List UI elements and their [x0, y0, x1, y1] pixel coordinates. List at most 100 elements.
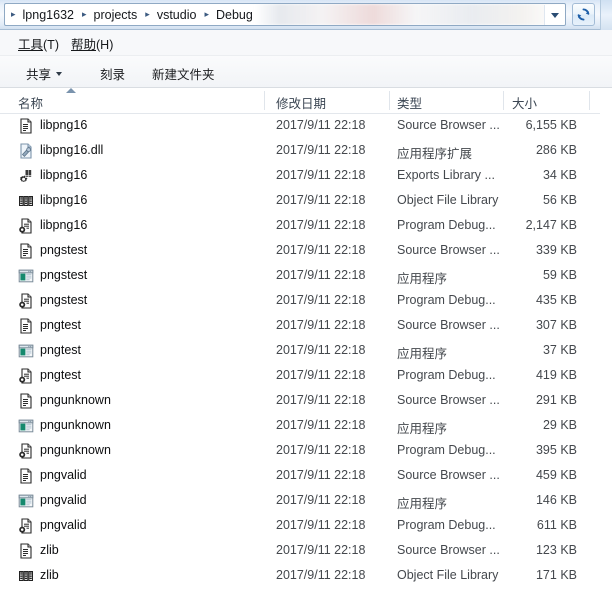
file-list[interactable]: libpng16 2017/9/11 22:18 Source Browser ..… [0, 114, 612, 582]
exports-library-icon [18, 168, 34, 184]
file-type-cell: Program Debug... [397, 368, 496, 382]
breadcrumb-item-0[interactable]: lpng1632 [21, 8, 76, 22]
file-date-cell: 2017/9/11 22:18 [276, 193, 366, 207]
file-date-cell: 2017/9/11 22:18 [276, 343, 366, 357]
file-name-cell: pngtest [40, 343, 82, 357]
burn-button-label: 刻录 [100, 67, 126, 82]
file-row[interactable]: libpng16 2017/9/11 22:18 Source Browser ..… [0, 114, 612, 139]
file-name-cell: libpng16.dll [40, 143, 104, 157]
file-row[interactable]: pngstest 2017/9/11 22:18 应用程序 59 KB [0, 264, 612, 289]
file-row[interactable]: zlib 2017/9/11 22:18 Object File Library 17… [0, 564, 612, 589]
file-type-cell: 应用程序 [397, 422, 448, 436]
column-divider[interactable] [389, 91, 390, 110]
file-row[interactable]: pngtest 2017/9/11 22:18 Program Debug... 41… [0, 364, 612, 389]
breadcrumb-item-1[interactable]: projects [92, 8, 140, 22]
file-date-cell: 2017/9/11 22:18 [276, 393, 366, 407]
file-row[interactable]: pngtest 2017/9/11 22:18 应用程序 37 KB [0, 339, 612, 364]
application-exe-icon [18, 343, 34, 359]
breadcrumb-item-2[interactable]: vstudio [155, 8, 199, 22]
file-date-cell: 2017/9/11 22:18 [276, 493, 366, 507]
file-type-cell: Source Browser ... [397, 543, 500, 557]
file-name-cell: pngtest [40, 318, 82, 332]
column-divider[interactable] [264, 91, 265, 110]
file-date-cell: 2017/9/11 22:18 [276, 443, 366, 457]
menu-item-help[interactable]: 帮助(H) [71, 34, 113, 52]
file-date-cell: 2017/9/11 22:18 [276, 243, 366, 257]
file-row[interactable]: zlib 2017/9/11 22:18 Source Browser ... 123… [0, 539, 612, 564]
file-date-cell: 2017/9/11 22:18 [276, 268, 366, 282]
file-size-cell: 395 KB [535, 443, 577, 457]
file-name-cell: libpng16 [40, 118, 88, 132]
chevron-right-icon: ▸ [204, 9, 209, 19]
file-size-cell: 56 KB [542, 193, 577, 207]
share-button[interactable]: 共享 [26, 63, 63, 83]
breadcrumb[interactable]: ▸ lpng1632 ▸ projects ▸ vstudio ▸ Debug [4, 3, 566, 26]
menu-item-tools[interactable]: 工具(T) [18, 34, 59, 52]
file-size-cell: 171 KB [535, 568, 577, 582]
pdb-file-icon [18, 293, 34, 309]
sort-ascending-icon [66, 88, 76, 93]
file-size-cell: 611 KB [536, 518, 577, 532]
file-size-cell: 339 KB [535, 243, 577, 257]
file-type-cell: Object File Library [397, 193, 499, 207]
file-size-cell: 146 KB [535, 493, 577, 507]
file-date-cell: 2017/9/11 22:18 [276, 418, 366, 432]
file-type-cell: Source Browser ... [397, 243, 500, 257]
file-row[interactable]: libpng16 2017/9/11 22:18 Exports Library .… [0, 164, 612, 189]
file-row[interactable]: pngunknown 2017/9/11 22:18 应用程序 29 KB [0, 414, 612, 439]
file-row[interactable]: pngstest 2017/9/11 22:18 Source Browser ..… [0, 239, 612, 264]
chevron-down-icon[interactable] [544, 5, 564, 25]
document-file-icon [18, 393, 34, 409]
file-size-cell: 2,147 KB [525, 218, 577, 232]
file-size-cell: 435 KB [535, 293, 577, 307]
column-divider[interactable] [589, 91, 590, 110]
column-header-name[interactable]: 名称 [18, 93, 43, 111]
document-file-icon [18, 543, 34, 559]
refresh-icon[interactable] [572, 3, 595, 26]
file-row[interactable]: libpng16 2017/9/11 22:18 Object File Libra… [0, 189, 612, 214]
column-header-date[interactable]: 修改日期 [276, 93, 326, 111]
address-bar: ▸ lpng1632 ▸ projects ▸ vstudio ▸ Debug [0, 0, 612, 30]
file-row[interactable]: pngtest 2017/9/11 22:18 Source Browser ...… [0, 314, 612, 339]
chevron-right-icon: ▸ [81, 9, 87, 19]
file-type-cell: 应用程序扩展 [397, 147, 473, 161]
chevron-right-icon: ▸ [11, 9, 16, 19]
list-right-gutter [600, 88, 612, 518]
file-row[interactable]: libpng16.dll 2017/9/11 22:18 应用程序扩展 286 KB [0, 139, 612, 164]
file-date-cell: 2017/9/11 22:18 [276, 318, 366, 332]
pdb-file-icon [18, 443, 34, 459]
file-type-cell: Program Debug... [397, 293, 496, 307]
file-row[interactable]: pngvalid 2017/9/11 22:18 应用程序 146 KB [0, 489, 612, 514]
file-size-cell: 419 KB [535, 368, 577, 382]
column-divider[interactable] [503, 91, 504, 110]
document-file-icon [18, 318, 34, 334]
menu-bar: 工具(T) 帮助(H) [0, 30, 612, 56]
chevron-down-icon [56, 72, 63, 76]
file-name-cell: zlib [40, 543, 59, 557]
file-type-cell: 应用程序 [397, 272, 448, 286]
pdb-file-icon [18, 518, 34, 534]
burn-button[interactable]: 刻录 [100, 63, 125, 83]
breadcrumb-item-3[interactable]: Debug [214, 8, 255, 22]
file-size-cell: 37 KB [542, 343, 577, 357]
file-row[interactable]: pngstest 2017/9/11 22:18 Program Debug... 4… [0, 289, 612, 314]
file-type-cell: Exports Library ... [397, 168, 495, 182]
file-name-cell: libpng16 [40, 218, 88, 232]
menu-item-tools-mnemonic: 工具 [18, 38, 44, 52]
column-header-row: 名称 修改日期 类型 大小 [0, 88, 612, 114]
file-name-cell: libpng16 [40, 168, 88, 182]
file-date-cell: 2017/9/11 22:18 [276, 568, 366, 582]
file-row[interactable]: pngunknown 2017/9/11 22:18 Source Browser … [0, 389, 612, 414]
file-row[interactable]: libpng16 2017/9/11 22:18 Program Debug... 2… [0, 214, 612, 239]
breadcrumb-empty-area[interactable] [254, 4, 565, 25]
column-header-type[interactable]: 类型 [397, 93, 422, 111]
file-row[interactable]: pngunknown 2017/9/11 22:18 Program Debug..… [0, 439, 612, 464]
column-header-size[interactable]: 大小 [512, 93, 537, 111]
file-size-cell: 29 KB [542, 418, 577, 432]
file-row[interactable]: pngvalid 2017/9/11 22:18 Source Browser ..… [0, 464, 612, 489]
file-name-cell: libpng16 [40, 193, 88, 207]
file-name-cell: zlib [40, 568, 59, 582]
new-folder-button[interactable]: 新建文件夹 [152, 63, 215, 83]
file-name-cell: pngvalid [40, 468, 87, 482]
object-library-icon [18, 568, 34, 584]
